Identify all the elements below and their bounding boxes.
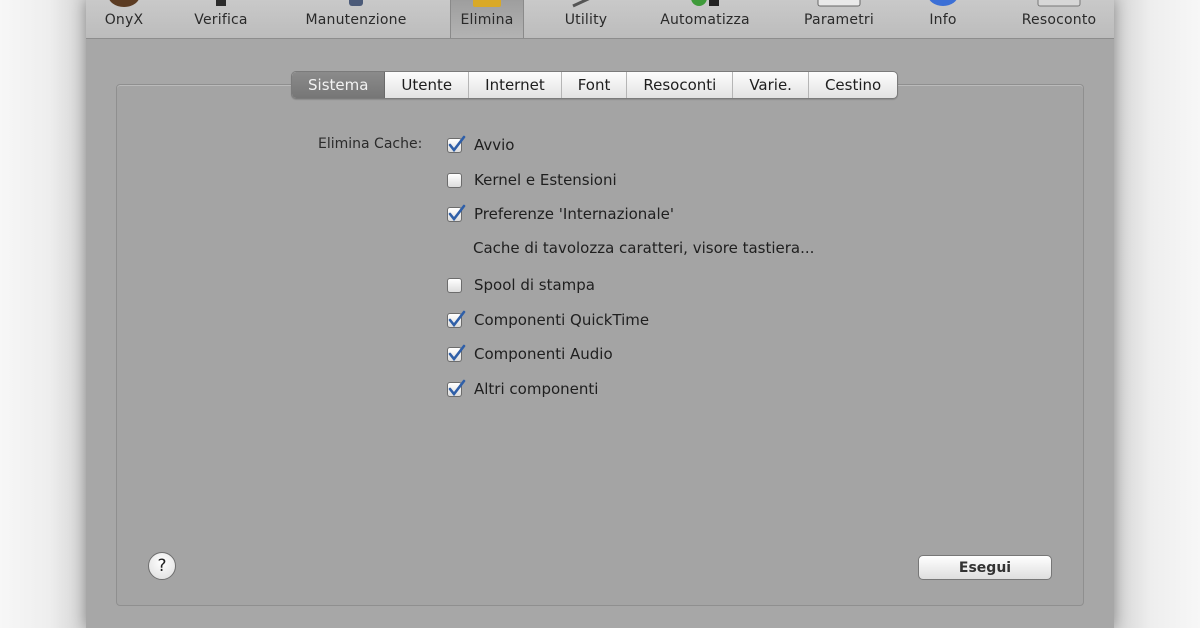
toolbar-item-onyx[interactable]: OnyX [94,0,154,38]
tab-resoconti[interactable]: Resoconti [627,72,734,98]
tab-internet[interactable]: Internet [469,72,562,98]
parameters-icon [817,0,861,7]
toolbar-item-parametri[interactable]: Parametri [796,0,882,38]
checkmark-icon [448,135,466,152]
utility-icon [572,0,590,8]
checkmark-icon [448,310,466,327]
tab-varie[interactable]: Varie. [733,72,809,98]
broom-icon [473,0,501,7]
log-icon [1037,0,1081,7]
help-button[interactable]: ? [148,552,176,580]
option-preferenze-internazionale[interactable]: Preferenze 'Internazionale' [447,204,674,224]
checkbox[interactable] [447,277,462,293]
info-icon [929,0,957,6]
checkbox[interactable] [447,135,466,153]
option-componenti-audio[interactable]: Componenti Audio [447,344,613,364]
preferences-note: Cache di tavolozza caratteri, visore tas… [473,239,815,257]
option-kernel-estensioni[interactable]: Kernel e Estensioni [447,170,617,190]
onyx-icon [109,0,139,7]
checkbox[interactable] [447,204,466,222]
toolbar-item-elimina[interactable]: Elimina [450,0,524,38]
toolbar-item-verifica[interactable]: Verifica [182,0,260,38]
tab-font[interactable]: Font [562,72,628,98]
toolbar-item-utility[interactable]: Utility [556,0,616,38]
toolbar: OnyX Verifica Manutenzione Elimina Utili… [86,0,1114,39]
automate-icon [691,0,719,6]
run-button[interactable]: Esegui [918,555,1052,580]
tab-utente[interactable]: Utente [385,72,470,98]
checkmark-icon [448,204,466,221]
toolbar-item-info[interactable]: Info [918,0,968,38]
option-componenti-quicktime[interactable]: Componenti QuickTime [447,310,649,330]
checkbox[interactable] [447,310,466,328]
option-avvio[interactable]: Avvio [447,135,514,155]
toolbar-item-resoconto[interactable]: Resoconto [1012,0,1106,38]
checkbox[interactable] [447,379,466,397]
toolbar-item-automatizza[interactable]: Automatizza [652,0,758,38]
desktop-shadow-right [1110,0,1200,628]
tab-sistema[interactable]: Sistema [292,72,386,98]
checkbox[interactable] [447,344,466,362]
clear-cache-label: Elimina Cache: [318,136,423,152]
toolbar-item-manutenzione[interactable]: Manutenzione [290,0,422,38]
tab-cestino[interactable]: Cestino [809,72,897,98]
checkmark-icon [448,344,466,361]
tab-bar: Sistema Utente Internet Font Resoconti V… [291,71,899,99]
verify-icon [216,0,226,6]
desktop-shadow-left [0,0,90,628]
maintenance-icon [349,0,363,6]
checkbox[interactable] [447,172,462,188]
option-spool-stampa[interactable]: Spool di stampa [447,275,595,295]
onyx-window: OnyX Verifica Manutenzione Elimina Utili… [86,0,1114,628]
option-altri-componenti[interactable]: Altri componenti [447,379,598,399]
checkmark-icon [448,379,466,396]
